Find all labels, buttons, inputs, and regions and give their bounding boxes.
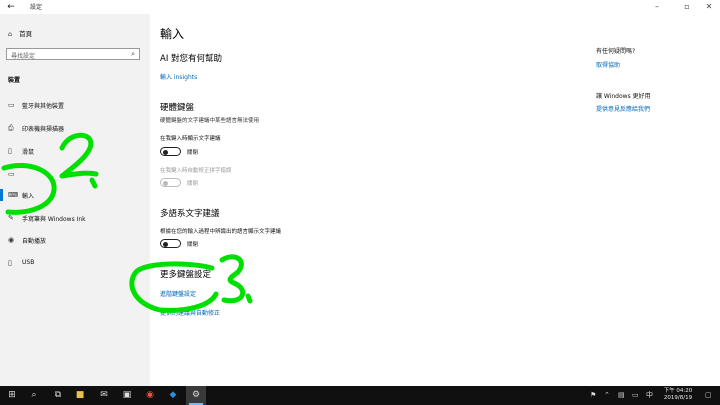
annotation-digit-3 — [219, 254, 246, 304]
bluetooth-devices-icon: ▭ — [8, 101, 15, 109]
clock[interactable]: 下午 04:20 2019/8/19 — [658, 388, 698, 402]
sidebar-item-label: USB — [22, 259, 35, 266]
sidebar-item-touchpad[interactable]: ▭ — [0, 166, 150, 182]
sidebar-section-title: 裝置 — [8, 77, 21, 84]
sidebar-item-label: 印表機與掃描器 — [22, 126, 65, 133]
task-view-icon[interactable]: ⧉ — [48, 386, 68, 405]
store-icon[interactable]: ▣ — [117, 386, 137, 405]
advanced-keyboard-settings-link[interactable]: 進階鍵盤設定 — [160, 289, 196, 298]
window-title: 設定 — [30, 4, 43, 11]
sidebar-item-label: 藍牙與其他裝置 — [22, 103, 65, 110]
get-help-link[interactable]: 取得協助 — [596, 60, 620, 69]
page-title: 輸入 — [160, 27, 185, 41]
hardware-keyboard-heading: 硬體鍵盤 — [160, 103, 195, 113]
search-input[interactable]: 尋找設定 ⌕ — [6, 48, 140, 60]
more-keyboard-settings-heading: 更多鍵盤設定 — [160, 270, 212, 280]
help-heading: 有任何疑問嗎? — [596, 48, 636, 55]
mail-icon[interactable]: ✉ — [94, 386, 114, 405]
file-explorer-icon[interactable]: ■ — [70, 386, 90, 405]
search-placeholder: 尋找設定 — [11, 53, 36, 60]
taskbar: ⊞ ⌕ ⧉ ■ ✉ ▣ ◉ ◆ ⚙ ⚑ ⌃ ▤ ▭ 中 下午 04:20 201… — [0, 386, 720, 405]
hw-autocorrect-label: 在我鍵入時自動修正拼字錯誤 — [160, 168, 232, 174]
settings-taskbar-icon[interactable]: ⚙ — [186, 386, 206, 405]
pen-icon: ✎ — [8, 214, 14, 222]
hardware-keyboard-description: 硬體鍵盤的文字建議中某些語言無法使用 — [160, 118, 260, 124]
hw-autocorrect-state: 關閉 — [187, 181, 199, 187]
clock-date: 2019/8/19 — [663, 395, 693, 401]
annotation-dot-3 — [245, 293, 253, 304]
sidebar-item-mouse[interactable]: ▯ 滑鼠 — [0, 143, 150, 159]
app-icon[interactable]: ◆ — [163, 386, 183, 405]
notifications-icon[interactable]: ▢ — [705, 386, 712, 405]
maximize-button[interactable]: ▫ — [676, 0, 698, 14]
sidebar-item-pen[interactable]: ✎ 手寫筆與 Windows Ink — [0, 210, 150, 226]
settings-window: ← 設定 – ▫ ✕ ⌂ 首頁 尋找設定 ⌕ 裝置 ▭ 藍牙與其他裝置 ⎙ 印表… — [0, 0, 720, 386]
sidebar-item-autoplay[interactable]: ◉ 自動播放 — [0, 232, 150, 248]
chrome-icon[interactable]: ◉ — [140, 386, 160, 405]
tray-chevron-icon[interactable]: ⌃ — [604, 386, 610, 405]
sidebar-item-bluetooth[interactable]: ▭ 藍牙與其他裝置 — [0, 97, 150, 113]
people-icon[interactable]: ⚑ — [590, 386, 596, 405]
start-button[interactable]: ⊞ — [2, 386, 22, 405]
mouse-icon: ▯ — [8, 147, 12, 155]
suggestions-autocorrect-link[interactable]: 提供的建議與自動修正 — [160, 308, 220, 317]
sidebar-item-label: 輸入 — [22, 193, 35, 200]
sidebar-item-label: 自動播放 — [22, 238, 47, 245]
network-icon[interactable]: ▤ — [618, 386, 625, 405]
sidebar: ⌂ 首頁 尋找設定 ⌕ 裝置 ▭ 藍牙與其他裝置 ⎙ 印表機與掃描器 ▯ 滑鼠 … — [0, 14, 150, 386]
hw-autocorrect-toggle[interactable] — [160, 178, 181, 187]
insights-link[interactable]: 輸入 insights — [160, 72, 197, 81]
toggle-knob — [163, 149, 168, 155]
hw-suggestions-label: 在我鍵入時顯示文字建議 — [160, 136, 221, 142]
touchpad-icon: ▭ — [8, 170, 15, 178]
sidebar-item-typing[interactable]: ⌨ 輸入 — [0, 187, 150, 203]
sidebar-item-label: 手寫筆與 Windows Ink — [22, 216, 86, 223]
active-indicator — [0, 189, 3, 201]
ai-heading: AI 對您有何幫助 — [160, 54, 223, 64]
sidebar-item-label: 滑鼠 — [22, 149, 35, 156]
feedback-heading: 讓 Windows 更好用 — [596, 93, 651, 100]
home-icon: ⌂ — [8, 30, 13, 38]
sidebar-item-printers[interactable]: ⎙ 印表機與掃描器 — [0, 120, 150, 136]
toggle-knob — [163, 241, 168, 247]
hw-suggestions-toggle[interactable] — [160, 147, 181, 156]
battery-icon[interactable]: ▭ — [632, 386, 639, 405]
hw-suggestions-state: 關閉 — [187, 150, 199, 156]
close-button[interactable]: ✕ — [698, 0, 720, 14]
title-bar: ← 設定 – ▫ ✕ — [0, 0, 720, 14]
minimize-button[interactable]: – — [646, 0, 668, 14]
autoplay-icon: ◉ — [8, 236, 15, 244]
multilingual-toggle[interactable] — [160, 239, 181, 248]
clock-time: 下午 04:20 — [663, 388, 693, 394]
usb-icon: ▯ — [8, 259, 12, 267]
ime-indicator[interactable]: 中 — [646, 386, 653, 405]
printer-icon: ⎙ — [8, 124, 14, 132]
search-icon: ⌕ — [131, 50, 135, 58]
feedback-link[interactable]: 提供意見反應給我們 — [596, 104, 650, 113]
back-arrow-icon[interactable]: ← — [4, 1, 18, 13]
toggle-knob — [163, 180, 168, 186]
multilingual-state: 關閉 — [187, 242, 199, 248]
home-label: 首頁 — [19, 30, 33, 38]
sidebar-item-usb[interactable]: ▯ USB — [0, 255, 150, 271]
sidebar-home[interactable]: ⌂ 首頁 — [8, 28, 32, 38]
keyboard-icon: ⌨ — [8, 191, 19, 199]
search-taskbar-icon[interactable]: ⌕ — [24, 386, 44, 405]
multilingual-heading: 多語系文字建議 — [160, 209, 220, 219]
multilingual-label: 根據在您的輸入過程中辨識出的語言顯示文字建議 — [160, 229, 282, 235]
